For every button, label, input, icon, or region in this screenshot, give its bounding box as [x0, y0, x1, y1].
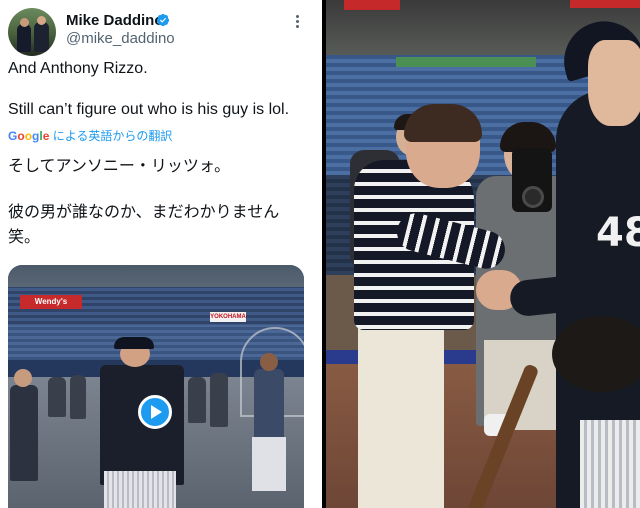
translation-label: による英語からの翻訳 — [52, 129, 173, 143]
google-logo-e: e — [42, 129, 50, 143]
tweet-card: Mike Daddino @mike_daddino And Anthony R… — [0, 0, 322, 508]
camera-icon — [512, 148, 552, 212]
translated-line-1: そしてアンソニー・リッツォ。 — [8, 158, 231, 175]
google-logo-o2: o — [24, 129, 33, 143]
author-handle[interactable]: @mike_daddino — [66, 30, 175, 47]
author-avatar[interactable] — [8, 8, 56, 56]
author-name[interactable]: Mike Daddino — [66, 12, 164, 29]
tweet-text-line-1: And Anthony Rizzo. — [8, 60, 148, 77]
google-logo-g: G — [8, 129, 18, 143]
player-figure — [100, 365, 184, 485]
verified-badge-icon — [156, 13, 170, 27]
translation-link[interactable]: Google による英語からの翻訳 — [8, 127, 172, 144]
tweet-video[interactable]: Wendy's YOKOHAMA — [8, 265, 304, 508]
google-logo-o1: o — [17, 129, 25, 143]
translated-line-3: 笑。 — [8, 229, 41, 246]
translated-line-2: 彼の男が誰なのか、まだわかりません — [8, 204, 280, 221]
tweet-text-line-2: Still can’t figure out who is his guy is… — [8, 101, 290, 118]
play-icon[interactable] — [138, 395, 172, 429]
handshake-photo: 48 — [326, 0, 640, 508]
banner-wendys: Wendy's — [20, 295, 82, 309]
banner-yokohama: YOKOHAMA — [210, 312, 246, 322]
jersey-number: 48 — [596, 210, 640, 256]
more-options-icon[interactable] — [288, 12, 306, 30]
